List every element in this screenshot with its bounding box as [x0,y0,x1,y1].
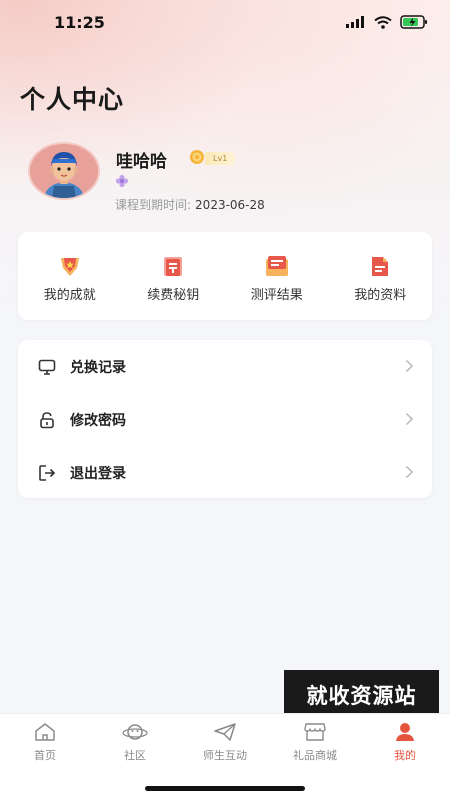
home-icon [35,723,55,741]
quick-item-achievements[interactable]: 我的成就 [18,232,122,320]
quick-actions-card: 我的成就 续费秘钥 测评结果 我的资料 [18,232,432,320]
tab-community[interactable]: 社区 [90,722,180,763]
renewal-key-icon [164,257,183,276]
tab-label: 师生互动 [203,749,247,762]
tab-label: 社区 [124,749,146,762]
watermark-banner: 就收资源站 [284,670,439,719]
store-icon [304,723,326,741]
status-time: 11:25 [54,12,105,32]
document-icon [372,257,389,276]
chevron-right-icon [405,465,414,479]
user-icon [396,723,414,741]
avatar-illustration [44,152,84,198]
status-icons [346,15,428,29]
lock-icon [40,411,54,428]
menu-label: 兑换记录 [70,359,126,376]
username: 哇哈哈 [116,152,167,172]
send-icon [214,723,236,741]
course-expiry: 课程到期时间: 2023-06-28 [115,196,265,213]
medal-icon [115,174,129,188]
menu-item-exchange-records[interactable]: 兑换记录 [18,340,432,393]
assessment-icon [265,256,288,276]
expiry-label: 课程到期时间: [115,198,192,212]
level-badge: Lv1 [205,152,237,165]
tab-label: 礼品商城 [293,749,337,762]
tab-gift-store[interactable]: 礼品商城 [270,722,360,763]
quick-item-assessment[interactable]: 测评结果 [225,232,329,320]
page-title: 个人中心 [20,85,125,114]
quick-label: 我的成就 [43,288,96,303]
settings-menu-card: 兑换记录 修改密码 退出登录 [18,340,432,498]
chevron-right-icon [405,412,414,426]
tab-label: 我的 [394,749,416,762]
profile-section: 哇哈哈 Lv1 课程到期时间: 2023-06-28 [28,142,428,212]
planet-icon [122,724,148,740]
quick-item-my-documents[interactable]: 我的资料 [329,232,433,320]
status-bar: 11:25 [0,0,450,44]
menu-item-logout[interactable]: 退出登录 [18,446,432,499]
expiry-date: 2023-06-28 [195,198,265,212]
quick-item-renewal-key[interactable]: 续费秘钥 [122,232,226,320]
menu-label: 退出登录 [70,465,126,482]
tab-teacher-student[interactable]: 师生互动 [180,722,270,763]
signal-icon [346,16,364,28]
tab-home[interactable]: 首页 [0,722,90,763]
home-indicator [145,786,305,791]
quick-label: 测评结果 [250,288,303,303]
achievement-icon [60,258,79,276]
menu-label: 修改密码 [70,412,126,429]
tab-label: 首页 [34,749,56,762]
level-gear-icon [190,150,204,164]
battery-icon [400,15,427,29]
menu-item-change-password[interactable]: 修改密码 [18,393,432,446]
avatar[interactable] [28,142,100,200]
logout-icon [39,464,56,481]
quick-label: 续费秘钥 [147,288,200,303]
tab-mine[interactable]: 我的 [360,722,450,763]
chevron-right-icon [405,359,414,373]
quick-label: 我的资料 [354,288,407,303]
wifi-icon [374,15,392,29]
monitor-icon [38,359,56,375]
